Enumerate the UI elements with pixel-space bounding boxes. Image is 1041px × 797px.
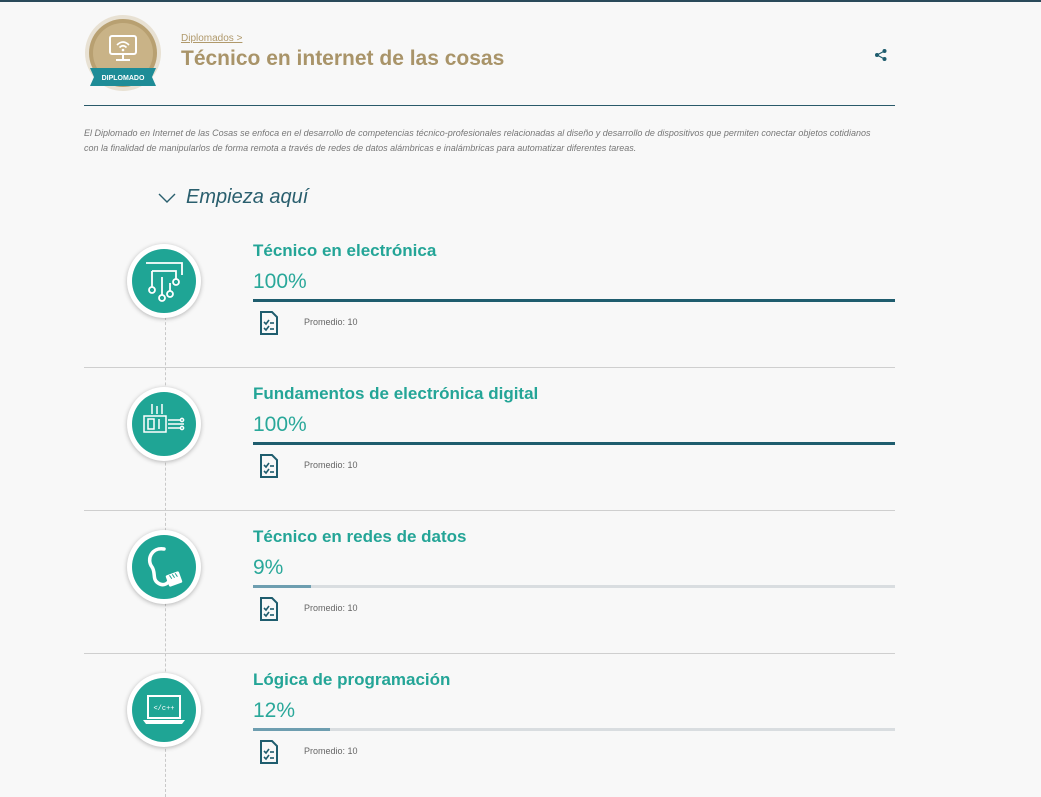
course-progress-bar — [253, 442, 895, 445]
header: DIPLOMADO Diplomados > Técnico en intern… — [84, 14, 895, 106]
diplomado-description: El Diplomado en Internet de las Cosas se… — [84, 128, 871, 153]
share-icon[interactable] — [874, 48, 888, 62]
course-progress-fill — [253, 728, 331, 731]
course-item: Técnico en electrónica 100% Promedio: 10 — [84, 225, 895, 368]
header-divider — [84, 105, 895, 106]
page-title: Técnico en internet de las cosas — [181, 47, 505, 70]
svg-text:DIPLOMADO: DIPLOMADO — [102, 75, 145, 82]
course-title[interactable]: Fundamentos de electrónica digital — [253, 384, 538, 404]
course-icon-badge — [127, 530, 201, 604]
chevron-down-icon — [158, 193, 176, 203]
breadcrumb-diplomados[interactable]: Diplomados > — [181, 33, 242, 44]
grades-document-icon[interactable] — [259, 311, 279, 335]
laptop-code-icon: </c++ — [143, 695, 185, 724]
network-cable-icon — [147, 547, 183, 587]
course-progress-percent: 100% — [253, 270, 307, 293]
course-progress-bar — [253, 728, 895, 731]
course-icon-badge: </c++ — [127, 673, 201, 747]
diplomado-badge-icon: DIPLOMADO — [85, 15, 161, 91]
course-progress-fill — [253, 442, 895, 445]
course-title[interactable]: Técnico en electrónica — [253, 241, 436, 261]
start-here-toggle[interactable]: Empieza aquí — [158, 186, 308, 209]
digital-display-icon — [143, 404, 185, 433]
circuit-board-icon — [146, 262, 183, 302]
start-here-label: Empieza aquí — [186, 186, 309, 208]
course-progress-bar — [253, 299, 895, 302]
grades-document-icon[interactable] — [259, 597, 279, 621]
course-progress-bar — [253, 585, 895, 588]
course-average: Promedio: 10 — [304, 746, 358, 756]
course-progress-percent: 9% — [253, 556, 284, 579]
course-title[interactable]: Lógica de programación — [253, 670, 450, 690]
course-item: Técnico en redes de datos 9% Promedio: 1… — [84, 511, 895, 654]
course-progress-fill — [253, 299, 895, 302]
course-average: Promedio: 10 — [304, 460, 358, 470]
course-title[interactable]: Técnico en redes de datos — [253, 527, 467, 547]
course-icon-badge — [127, 244, 201, 318]
grades-document-icon[interactable] — [259, 740, 279, 764]
course-progress-fill — [253, 585, 311, 588]
svg-text:</c++: </c++ — [153, 705, 174, 713]
course-item: </c++ Lógica de programación 12% Promedi… — [84, 654, 895, 797]
course-item: Fundamentos de electrónica digital 100% … — [84, 368, 895, 511]
course-progress-percent: 100% — [253, 413, 307, 436]
course-icon-badge — [127, 387, 201, 461]
course-average: Promedio: 10 — [304, 317, 358, 327]
course-progress-percent: 12% — [253, 699, 296, 722]
grades-document-icon[interactable] — [259, 454, 279, 478]
course-average: Promedio: 10 — [304, 603, 358, 613]
